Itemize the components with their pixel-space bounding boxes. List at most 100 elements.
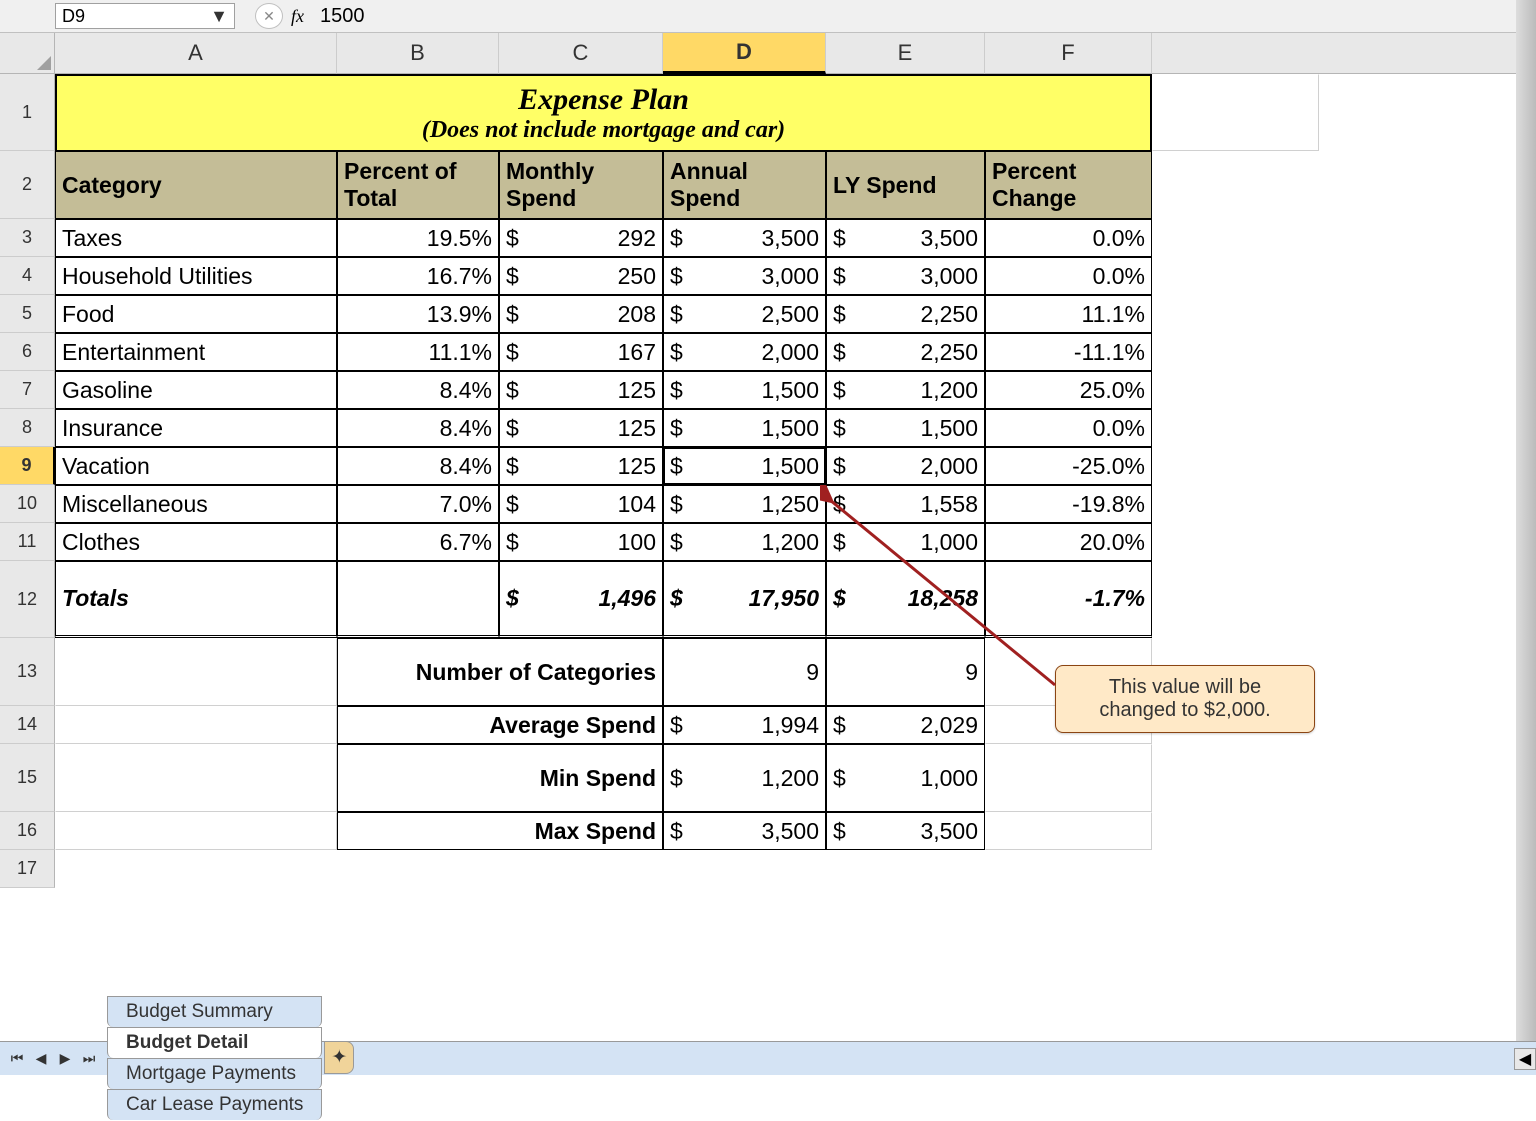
cell-change[interactable]: -25.0%	[985, 447, 1152, 485]
cell-category[interactable]: Clothes	[55, 523, 337, 561]
cell-annual[interactable]: $2,000	[663, 333, 826, 371]
cell-category[interactable]: Miscellaneous	[55, 485, 337, 523]
cell-ly[interactable]: $1,558	[826, 485, 985, 523]
row-header-15[interactable]: 15	[0, 744, 55, 812]
cell-percent[interactable]: 11.1%	[337, 333, 499, 371]
cell-category[interactable]: Food	[55, 295, 337, 333]
stat-d[interactable]: $3,500	[663, 812, 826, 850]
row-header-5[interactable]: 5	[0, 295, 55, 333]
cell-monthly[interactable]: $167	[499, 333, 663, 371]
cell-ly[interactable]: $3,000	[826, 257, 985, 295]
cell-change[interactable]: -11.1%	[985, 333, 1152, 371]
stat-e[interactable]: $1,000	[826, 744, 985, 812]
name-box[interactable]: D9 ▼	[55, 3, 235, 29]
cell-monthly[interactable]: $208	[499, 295, 663, 333]
cell-a16[interactable]	[55, 812, 337, 850]
cell-change[interactable]: 25.0%	[985, 371, 1152, 409]
cell-a13[interactable]	[55, 638, 337, 706]
tab-nav-last-icon[interactable]: ⏭	[78, 1048, 100, 1070]
totals-label[interactable]: Totals	[55, 561, 337, 638]
cell-ly[interactable]: $1,000	[826, 523, 985, 561]
cell-monthly[interactable]: $250	[499, 257, 663, 295]
tab-nav-first-icon[interactable]: ⏮	[6, 1048, 28, 1070]
cell-ly[interactable]: $2,000	[826, 447, 985, 485]
header-ann[interactable]: Annual Spend	[663, 151, 826, 219]
cell-a15[interactable]	[55, 744, 337, 812]
header-cat[interactable]: Category	[55, 151, 337, 219]
row-header-7[interactable]: 7	[0, 371, 55, 409]
sheet-tab[interactable]: Budget Summary	[107, 996, 322, 1027]
cell-f1[interactable]	[1152, 74, 1319, 151]
cell-ly[interactable]: $2,250	[826, 295, 985, 333]
stat-e[interactable]: $3,500	[826, 812, 985, 850]
column-header-F[interactable]: F	[985, 33, 1152, 74]
row-header-17[interactable]: 17	[0, 850, 55, 888]
cell-change[interactable]: 0.0%	[985, 257, 1152, 295]
row-header-8[interactable]: 8	[0, 409, 55, 447]
stat-e[interactable]: 9	[826, 638, 985, 706]
row-header-13[interactable]: 13	[0, 638, 55, 706]
stat-e[interactable]: $2,029	[826, 706, 985, 744]
row-header-11[interactable]: 11	[0, 523, 55, 561]
cell-percent[interactable]: 8.4%	[337, 371, 499, 409]
name-box-dropdown-icon[interactable]: ▼	[210, 6, 228, 27]
select-all-button[interactable]	[0, 33, 55, 74]
cell-percent[interactable]: 6.7%	[337, 523, 499, 561]
header-mon[interactable]: Monthly Spend	[499, 151, 663, 219]
cell-percent[interactable]: 19.5%	[337, 219, 499, 257]
stat-label[interactable]: Max Spend	[337, 812, 663, 850]
cell-annual[interactable]: $1,500	[663, 371, 826, 409]
cell-category[interactable]: Insurance	[55, 409, 337, 447]
cell-monthly[interactable]: $125	[499, 409, 663, 447]
cell-percent[interactable]: 7.0%	[337, 485, 499, 523]
cell-percent[interactable]: 8.4%	[337, 409, 499, 447]
totals-ly[interactable]: $18,258	[826, 561, 985, 638]
cell-category[interactable]: Taxes	[55, 219, 337, 257]
row-header-12[interactable]: 12	[0, 561, 55, 638]
cell-monthly[interactable]: $125	[499, 371, 663, 409]
column-header-C[interactable]: C	[499, 33, 663, 74]
stat-label[interactable]: Number of Categories	[337, 638, 663, 706]
vertical-scrollbar[interactable]	[1516, 0, 1536, 1075]
column-header-D[interactable]: D	[663, 33, 826, 74]
cell-category[interactable]: Gasoline	[55, 371, 337, 409]
cell-percent[interactable]: 8.4%	[337, 447, 499, 485]
row-header-1[interactable]: 1	[0, 74, 55, 151]
stat-d[interactable]: $1,994	[663, 706, 826, 744]
sheet-tab[interactable]: Budget Detail	[107, 1027, 322, 1058]
hscroll-left-icon[interactable]: ◀	[1514, 1048, 1536, 1070]
cell-change[interactable]: 0.0%	[985, 409, 1152, 447]
column-header-E[interactable]: E	[826, 33, 985, 74]
spreadsheet-grid[interactable]: Expense Plan(Does not include mortgage a…	[55, 74, 1536, 888]
cell-annual[interactable]: $1,500	[663, 409, 826, 447]
row-header-2[interactable]: 2	[0, 151, 55, 219]
stat-d[interactable]: 9	[663, 638, 826, 706]
cell-f16[interactable]	[985, 812, 1152, 850]
header-pct[interactable]: Percent of Total	[337, 151, 499, 219]
totals-monthly[interactable]: $1,496	[499, 561, 663, 638]
sheet-tab[interactable]: Car Lease Payments	[107, 1089, 322, 1120]
row-header-9[interactable]: 9	[0, 447, 55, 485]
cell-annual[interactable]: $3,500	[663, 219, 826, 257]
row-header-16[interactable]: 16	[0, 812, 55, 850]
cell-annual[interactable]: $1,250	[663, 485, 826, 523]
header-ly[interactable]: LY Spend	[826, 151, 985, 219]
new-sheet-button[interactable]: ✦	[324, 1041, 354, 1074]
cell-monthly[interactable]: $125	[499, 447, 663, 485]
stat-label[interactable]: Average Spend	[337, 706, 663, 744]
header-chg[interactable]: Percent Change	[985, 151, 1152, 219]
cancel-formula-icon[interactable]: ✕	[255, 3, 283, 29]
cell-category[interactable]: Household Utilities	[55, 257, 337, 295]
cell-ly[interactable]: $3,500	[826, 219, 985, 257]
stat-d[interactable]: $1,200	[663, 744, 826, 812]
totals-change[interactable]: -1.7%	[985, 561, 1152, 638]
cell-percent[interactable]: 13.9%	[337, 295, 499, 333]
cell-change[interactable]: 20.0%	[985, 523, 1152, 561]
cell-change[interactable]: -19.8%	[985, 485, 1152, 523]
cell-ly[interactable]: $2,250	[826, 333, 985, 371]
fx-icon[interactable]: fx	[291, 6, 304, 27]
row-header-3[interactable]: 3	[0, 219, 55, 257]
cell-monthly[interactable]: $100	[499, 523, 663, 561]
cell-change[interactable]: 11.1%	[985, 295, 1152, 333]
cell-annual[interactable]: $1,200	[663, 523, 826, 561]
